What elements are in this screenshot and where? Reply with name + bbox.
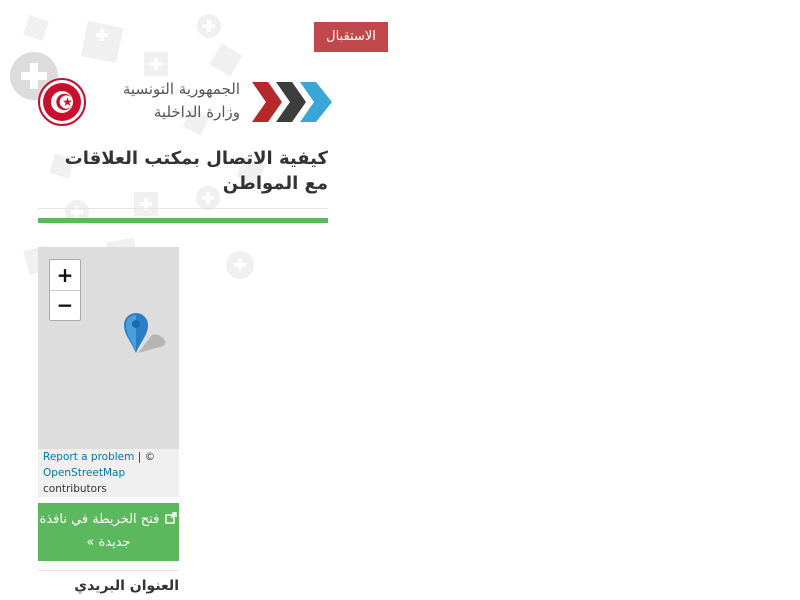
- map-attribution: Report a problem | © OpenStreetMap contr…: [38, 449, 179, 497]
- home-button[interactable]: الاستقبال: [314, 22, 388, 52]
- zoom-control: + −: [49, 259, 81, 321]
- map-marker-icon[interactable]: [122, 311, 170, 355]
- openstreetmap-link[interactable]: OpenStreetMap: [43, 467, 125, 479]
- postal-address-heading: العنوان البريدي: [74, 578, 179, 594]
- map-view[interactable]: + −: [38, 247, 179, 449]
- chevron-logo-icon: [252, 82, 332, 122]
- page-title: كيفية الاتصال بمكتب العلاقات مع المواطن: [64, 148, 328, 194]
- attribution-separator: | ©: [134, 451, 156, 463]
- open-map-new-window-button[interactable]: فتح الخريطة في نافذة جديدة »: [38, 503, 179, 561]
- section-divider: [38, 570, 179, 571]
- zoom-in-button[interactable]: +: [50, 260, 80, 291]
- open-map-label: فتح الخريطة في نافذة جديدة »: [39, 512, 160, 550]
- zoom-out-button[interactable]: −: [50, 290, 80, 320]
- ministry-line-2: وزارة الداخلية: [153, 103, 240, 121]
- report-problem-link[interactable]: Report a problem: [43, 451, 134, 463]
- tunisia-emblem-icon[interactable]: [38, 78, 86, 126]
- external-link-icon: [165, 512, 178, 524]
- title-accent-bar: [38, 218, 328, 223]
- title-divider: [38, 208, 328, 209]
- attribution-contributors: contributors: [43, 483, 107, 495]
- site-header: الجمهورية التونسية وزارة الداخلية: [38, 76, 334, 128]
- ministry-name: الجمهورية التونسية وزارة الداخلية: [90, 78, 240, 124]
- ministry-line-1: الجمهورية التونسية: [122, 80, 240, 98]
